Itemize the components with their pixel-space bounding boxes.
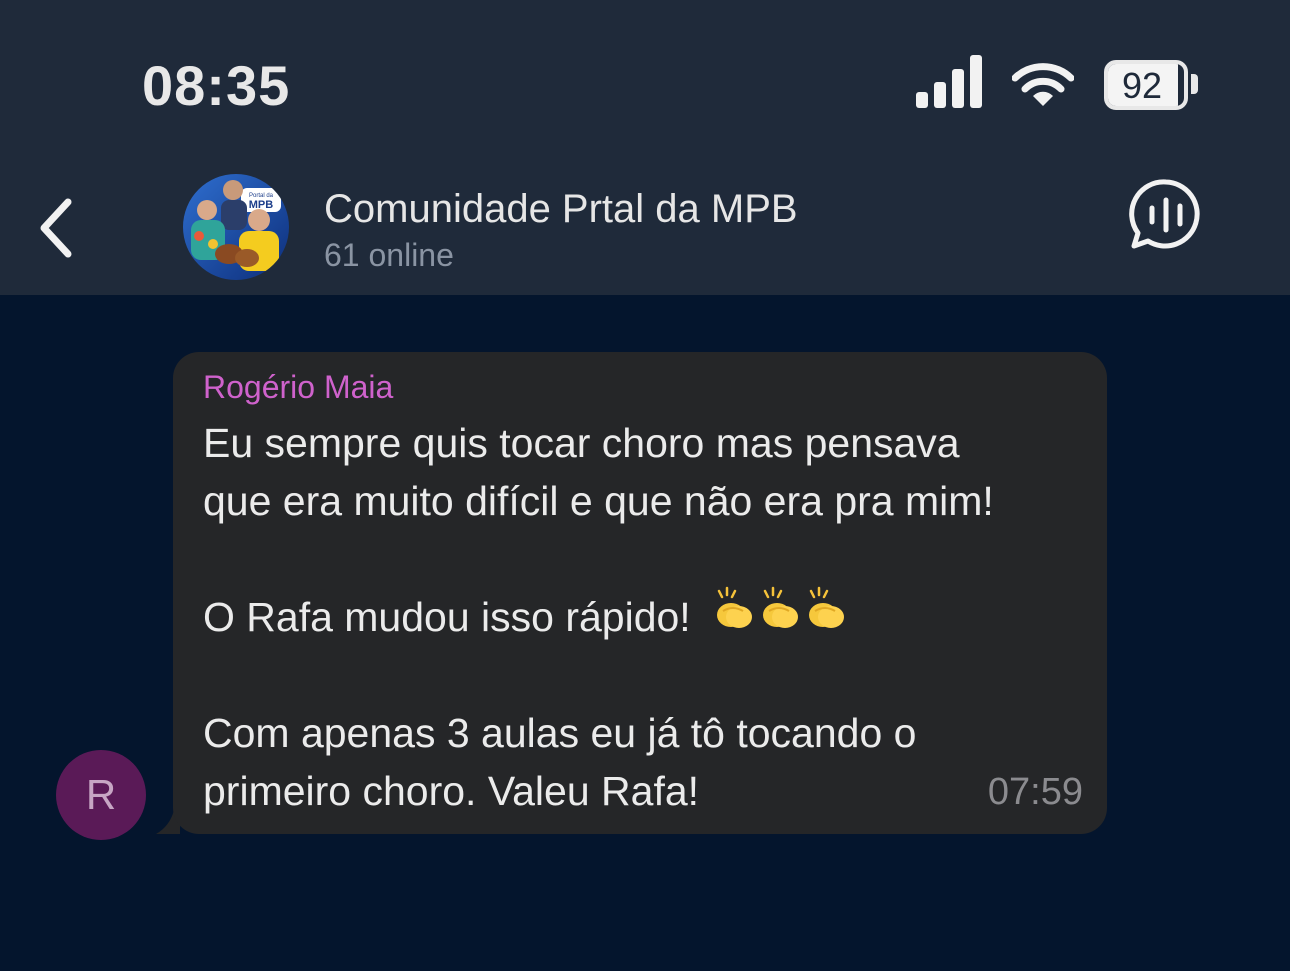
online-count: 61 online (324, 237, 454, 273)
battery-level: 92 (1121, 65, 1163, 106)
message-line: O Rafa mudou isso rápido! (203, 594, 691, 640)
group-title[interactable]: Comunidade Prtal da MPB (324, 186, 798, 232)
message-text: Eu sempre quis tocar choro mas pensava q… (203, 414, 1063, 820)
group-avatar-image: Portal da MPB (183, 174, 289, 280)
battery-icon: 92 (1104, 60, 1188, 110)
battery-cap (1191, 74, 1198, 94)
cellular-signal-icon (916, 55, 982, 108)
status-time: 08:35 (142, 54, 291, 117)
message-timestamp: 07:59 (987, 771, 1083, 813)
message-line: primeiro choro. Valeu Rafa! (203, 768, 700, 814)
message-line: Com apenas 3 aulas eu já tô tocando o (203, 710, 917, 756)
chevron-left-icon[interactable] (30, 196, 86, 260)
sender-avatar[interactable]: R (56, 750, 146, 840)
voice-chat-icon[interactable] (1128, 178, 1204, 252)
message-line: Eu sempre quis tocar choro mas pensava (203, 420, 960, 466)
clapping-hands-icon (762, 586, 798, 628)
wifi-icon (1012, 63, 1074, 106)
message-line: que era muito difícil e que não era pra … (203, 478, 994, 524)
clapping-hands-emojis (709, 585, 847, 648)
message-line-with-emoji: O Rafa mudou isso rápido! (203, 585, 1063, 648)
message-bubble[interactable]: Rogério Maia Eu sempre quis tocar choro … (173, 352, 1107, 834)
sender-name[interactable]: Rogério Maia (203, 368, 393, 406)
clapping-hands-icon (808, 586, 844, 628)
clapping-hands-icon (716, 586, 752, 628)
group-avatar[interactable]: Portal da MPB (183, 174, 289, 280)
